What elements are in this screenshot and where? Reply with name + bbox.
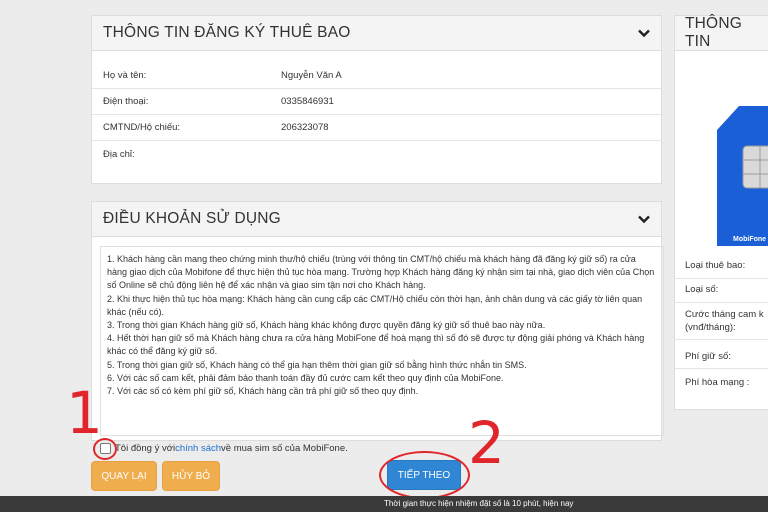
info-row-name: Họ và tên: Nguyễn Văn A xyxy=(92,63,661,89)
footer-notice: Thời gian thực hiện nhiệm đặt số là 10 p… xyxy=(0,496,768,512)
back-button[interactable]: QUAY LẠI xyxy=(91,461,157,491)
terms-item: 6. Với các số cam kết, phải đảm bảo than… xyxy=(107,372,504,383)
sim-brand-text: MobiFone xyxy=(733,236,767,243)
agree-prefix: Tôi đồng ý với xyxy=(115,443,176,454)
divider xyxy=(675,278,768,279)
info-row-id: CMTND/Hộ chiếu: 206323078 xyxy=(92,115,661,141)
subscriber-info-panel: THÔNG TIN ĐĂNG KÝ THUÊ BAO Họ và tên: Ng… xyxy=(91,15,662,184)
checkbox-highlight-circle xyxy=(93,438,117,460)
info-label: Họ và tên: xyxy=(103,70,147,81)
side-info-title: THÔNG TIN xyxy=(685,15,742,50)
terms-item: 5. Trong thời gian giữ số, Khách hàng có… xyxy=(107,359,527,370)
info-row-phone: Điện thoại: 0335846931 xyxy=(92,89,661,115)
chevron-down-icon[interactable] xyxy=(637,26,651,40)
policy-link[interactable]: chính sách xyxy=(175,443,221,454)
next-button-highlight-circle xyxy=(379,451,470,499)
terms-item: 7. Với các số có kèm phí giữ số, Khách h… xyxy=(107,386,419,397)
terms-item: 2. Khi thực hiện thủ tục hòa mạng: Khách… xyxy=(107,293,643,317)
info-value: 206323078 xyxy=(281,122,329,133)
divider xyxy=(675,368,768,369)
terms-panel: ĐIỀU KHOẢN SỬ DỤNG 1. Khách hàng cần man… xyxy=(91,201,664,441)
info-label: CMTND/Hộ chiếu: xyxy=(103,122,181,133)
step-1-annotation: 1 xyxy=(66,379,103,447)
cancel-button[interactable]: HỦY BỎ xyxy=(162,461,220,491)
divider xyxy=(675,302,768,303)
side-row-label: Loại số: xyxy=(685,284,719,295)
info-label: Điện thoại: xyxy=(103,96,149,107)
terms-title: ĐIỀU KHOẢN SỬ DỤNG xyxy=(103,210,281,227)
subscriber-info-title: THÔNG TIN ĐĂNG KÝ THUÊ BAO xyxy=(103,24,351,41)
info-label: Địa chỉ: xyxy=(103,148,135,160)
subscriber-info-header[interactable]: THÔNG TIN ĐĂNG KÝ THUÊ BAO xyxy=(92,16,661,51)
side-row-label: Loại thuê bao: xyxy=(685,260,746,271)
terms-text-box[interactable]: 1. Khách hàng cần mang theo chứng minh t… xyxy=(100,246,664,436)
side-row-label: Phí hòa mạng : xyxy=(685,377,750,388)
side-row-label: Phí giữ số: xyxy=(685,351,731,362)
side-info-panel: THÔNG TIN MobiFone Loại thuê bao: Loại s… xyxy=(674,15,768,410)
terms-item: 3. Trong thời gian Khách hàng giữ số, Kh… xyxy=(107,320,546,331)
info-value: Nguyễn Văn A xyxy=(281,70,342,81)
divider xyxy=(675,339,768,340)
agree-policy: Tôi đồng ý với chính sách về mua sim số … xyxy=(100,443,348,454)
terms-header[interactable]: ĐIỀU KHOẢN SỬ DỤNG xyxy=(92,202,661,237)
terms-item: 1. Khách hàng cần mang theo chứng minh t… xyxy=(107,254,655,291)
chevron-down-icon[interactable] xyxy=(637,212,651,226)
side-row-label: (vnđ/tháng): xyxy=(685,322,736,333)
sim-card-image xyxy=(717,106,768,246)
side-row-label: Cước tháng cam k xyxy=(685,309,764,320)
info-row-address: Địa chỉ: xyxy=(92,141,661,167)
step-2-annotation: 2 xyxy=(468,409,505,477)
agree-suffix: về mua sim số của MobiFone. xyxy=(221,443,348,454)
side-info-header: THÔNG TIN xyxy=(675,15,768,51)
info-value: 0335846931 xyxy=(281,96,334,107)
terms-item: 4. Hết thời hạn giữ số mà Khách hàng chư… xyxy=(107,333,645,357)
